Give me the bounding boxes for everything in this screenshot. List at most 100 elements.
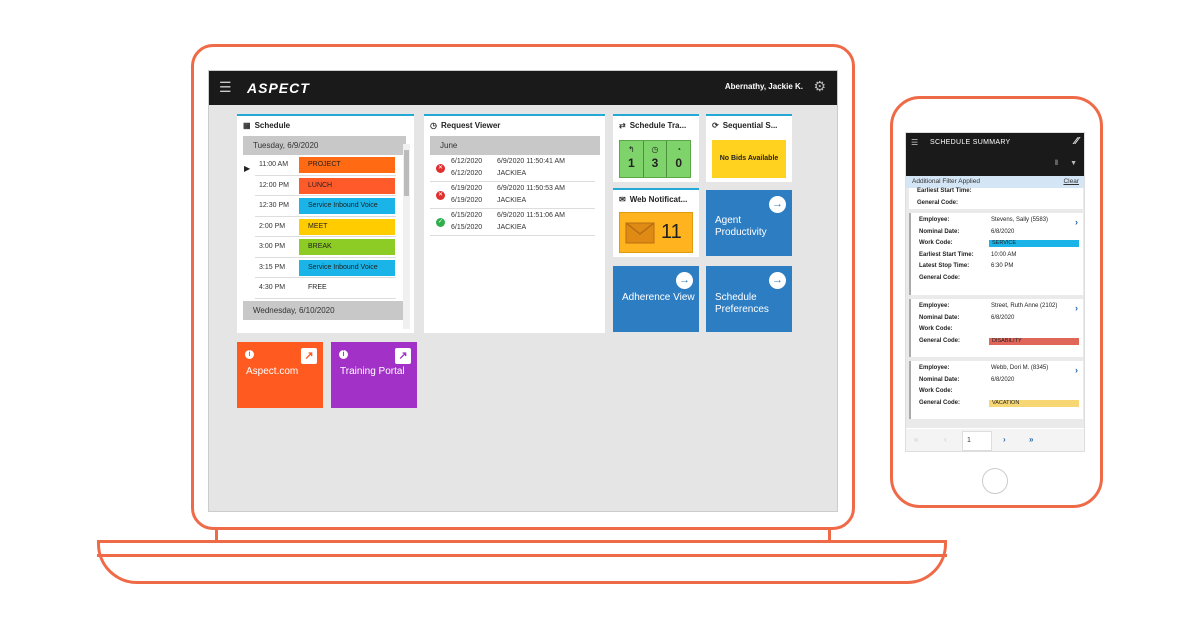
schedule-activity[interactable]: MEET bbox=[299, 218, 395, 235]
notifications-box[interactable]: 11 bbox=[619, 212, 693, 253]
schedule-time: 2:00 PM bbox=[259, 222, 286, 230]
field-label: Work Code: bbox=[919, 388, 953, 394]
approved-icon: ✓ bbox=[436, 218, 445, 227]
sequential-widget[interactable]: ⟳ Sequential S... No Bids Available bbox=[706, 114, 792, 182]
request-viewer-title: ◷ Request Viewer bbox=[424, 116, 605, 134]
schedule-activity[interactable]: Service Inbound Voice bbox=[299, 259, 395, 276]
schedule-row[interactable]: 12:00 PM LUNCH bbox=[255, 176, 396, 196]
schedule-activity[interactable]: PROJECT bbox=[299, 157, 395, 173]
field-label: General Code: bbox=[919, 274, 961, 281]
columns-icon[interactable]: ⦀ bbox=[1055, 160, 1058, 168]
field-label: Employee: bbox=[919, 303, 950, 309]
adherence-view-tile[interactable]: → Adherence View bbox=[613, 266, 699, 332]
web-notifications-widget[interactable]: ✉ Web Notificat... 11 bbox=[613, 188, 699, 257]
scrollbar-thumb[interactable] bbox=[404, 150, 409, 196]
aspect-com-tile[interactable]: i ↗ Aspect.com bbox=[237, 342, 323, 408]
laptop-base bbox=[97, 540, 947, 584]
home-button[interactable] bbox=[982, 468, 1008, 494]
schedule-trade-title-text: Schedule Tra... bbox=[629, 121, 687, 130]
envelope-small-icon: ✉ bbox=[619, 195, 626, 204]
no-bids-box: No Bids Available bbox=[712, 140, 786, 178]
schedule-time: 3:15 PM bbox=[259, 263, 286, 271]
schedule-activity[interactable]: Service Inbound Voice bbox=[299, 198, 395, 214]
request-user: JACKIEA bbox=[497, 197, 527, 204]
request-date1: 6/15/2020 bbox=[451, 212, 483, 219]
filter-banner: Additional Filter Applied Clear bbox=[906, 176, 1084, 188]
field-value: VACATION bbox=[989, 399, 1079, 407]
last-page-icon[interactable]: » bbox=[1029, 435, 1033, 444]
clock-icon: ◷ bbox=[651, 145, 659, 154]
next-page-icon[interactable]: › bbox=[1003, 435, 1006, 444]
schedule-activity[interactable]: BREAK bbox=[299, 239, 395, 255]
chevron-right-icon[interactable]: › bbox=[1075, 365, 1078, 375]
request-row[interactable]: ✓ 6/15/2020 6/15/2020 6/9/2020 11:51:06 AM J… bbox=[430, 209, 595, 236]
request-date1: 6/19/2020 bbox=[451, 185, 483, 192]
schedule-row[interactable]: 12:30 PM Service Inbound Voice bbox=[255, 196, 396, 217]
adherence-view-label: Adherence View bbox=[622, 292, 695, 303]
first-page-icon[interactable]: « bbox=[914, 435, 918, 444]
field-label: Latest Stop Time: bbox=[919, 263, 970, 269]
prev-page-icon[interactable]: ‹ bbox=[944, 435, 947, 444]
chevron-right-icon[interactable]: › bbox=[1075, 303, 1078, 313]
mobile-top-bar: ☰ SCHEDULE SUMMARY ⁄⁄ bbox=[906, 133, 1084, 154]
schedule-activity[interactable]: LUNCH bbox=[299, 177, 395, 194]
filter-text: Additional Filter Applied bbox=[912, 178, 980, 185]
agent-productivity-tile[interactable]: → Agent Productivity bbox=[706, 190, 792, 256]
request-user: JACKIEA bbox=[497, 170, 527, 177]
field-label: Nominal Date: bbox=[919, 314, 960, 321]
page-input[interactable]: 1 bbox=[962, 431, 992, 451]
swap-icon: ⇄ bbox=[619, 121, 626, 130]
field-value: SERVICE bbox=[989, 240, 1079, 247]
list-item[interactable]: Employee: Webb, Dori M. (8345) Nominal Dat… bbox=[909, 361, 1083, 419]
hamburger-icon[interactable]: ☰ bbox=[219, 79, 232, 96]
field-label: General Code: bbox=[919, 399, 961, 406]
schedule-time: 3:00 PM bbox=[259, 243, 286, 250]
field-value: 6/8/2020 bbox=[991, 376, 1015, 383]
current-time-pointer-icon: ▶ bbox=[244, 164, 251, 173]
schedule-row[interactable]: 4:30 PM FREE bbox=[255, 278, 396, 299]
list-item[interactable]: Employee: Street, Ruth Anne (2102) Nominal… bbox=[909, 299, 1083, 357]
clear-filter-link[interactable]: Clear bbox=[1063, 178, 1079, 185]
info-icon: i bbox=[339, 350, 348, 359]
training-portal-tile[interactable]: i ↗ Training Portal bbox=[331, 342, 417, 408]
schedule-time: 12:30 PM bbox=[259, 202, 289, 209]
schedule-row[interactable]: 2:00 PM MEET bbox=[255, 217, 396, 237]
field-value: Stevens, Sally (5583) bbox=[991, 217, 1049, 223]
list-item[interactable]: Employee: Stevens, Sally (5583) Nominal Da… bbox=[909, 213, 1083, 295]
schedule-trade-widget[interactable]: ⇄ Schedule Tra... ↰ 1 ◷ 3 ◔ 0 bbox=[613, 114, 699, 182]
schedule-row[interactable]: 11:00 AM PROJECT bbox=[255, 155, 396, 176]
schedule-time: 12:00 PM bbox=[259, 181, 289, 189]
laptop-hinge bbox=[215, 530, 831, 540]
request-viewer-title-text: Request Viewer bbox=[440, 121, 501, 130]
scrollbar[interactable] bbox=[403, 144, 410, 329]
mobile-toolbar: ⦀ ▼ bbox=[906, 154, 1084, 176]
request-date2: 6/15/2020 bbox=[451, 224, 483, 231]
request-date2: 6/19/2020 bbox=[451, 197, 483, 204]
field-label: Work Code: bbox=[919, 240, 953, 246]
schedule-activity[interactable]: FREE bbox=[299, 280, 395, 296]
schedule-row[interactable]: 3:00 PM BREAK bbox=[255, 237, 396, 258]
field-value: Webb, Dori M. (8345) bbox=[991, 365, 1049, 371]
envelope-icon bbox=[625, 222, 655, 244]
app-logo[interactable]: ASPECT bbox=[247, 80, 310, 96]
schedule-row[interactable]: 3:15 PM Service Inbound Voice bbox=[255, 258, 396, 278]
field-value: 10:00 AM bbox=[991, 251, 1017, 258]
trade-counts[interactable]: ↰ 1 ◷ 3 ◔ 0 bbox=[619, 140, 691, 178]
sequential-title: ⟳ Sequential S... bbox=[706, 116, 792, 134]
gear-icon[interactable]: ⚙ bbox=[813, 78, 826, 95]
day-header: Wednesday, 6/10/2020 bbox=[243, 300, 406, 320]
filter-icon[interactable]: ▼ bbox=[1070, 160, 1077, 167]
chevron-right-icon[interactable]: › bbox=[1075, 217, 1078, 227]
request-row[interactable]: ✕ 6/12/2020 6/12/2020 6/9/2020 11:50:41 AM J… bbox=[430, 155, 595, 182]
field-value: 6:30 PM bbox=[991, 263, 1014, 269]
info-icon: i bbox=[245, 350, 254, 359]
request-row[interactable]: ✕ 6/19/2020 6/19/2020 6/9/2020 11:50:53 AM J… bbox=[430, 182, 595, 209]
hamburger-icon[interactable]: ☰ bbox=[911, 138, 918, 147]
list-item[interactable]: Earliest Start Time: General Code: bbox=[909, 188, 1083, 209]
request-created: 6/9/2020 11:50:53 AM bbox=[497, 185, 565, 192]
schedule-preferences-tile[interactable]: → Schedule Preferences bbox=[706, 266, 792, 332]
user-name[interactable]: Abernathy, Jackie K. bbox=[725, 82, 803, 91]
trade-pending-count: ↰ 1 bbox=[620, 141, 644, 177]
field-label: Work Code: bbox=[919, 326, 953, 332]
refresh-icon: ⟳ bbox=[712, 121, 719, 130]
